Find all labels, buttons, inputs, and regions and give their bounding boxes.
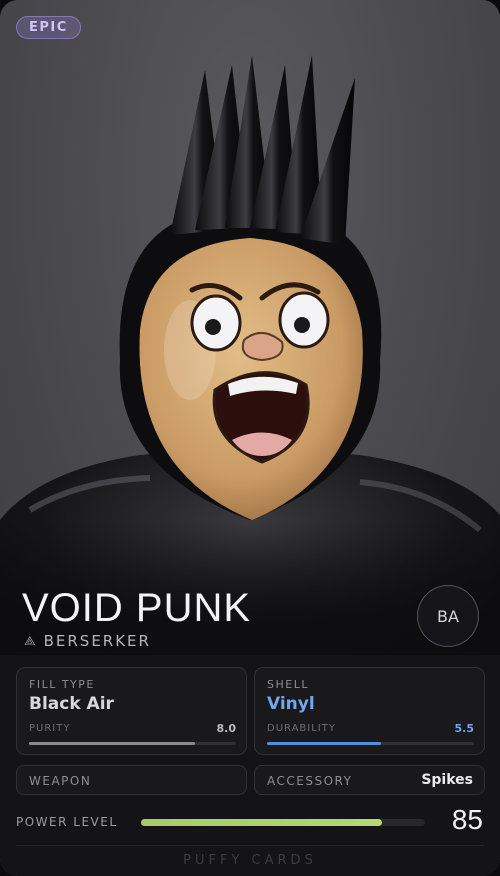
- purity-label: PURITY: [29, 723, 71, 734]
- rarity-badge: EPIC: [16, 16, 81, 39]
- weapon-label: WEAPON: [29, 774, 92, 788]
- fill-type-value: Black Air: [29, 694, 114, 714]
- brand-footer: PUFFY CARDS: [183, 853, 317, 868]
- accessory-label: ACCESSORY: [267, 774, 353, 788]
- character-class: ⟁ BERSERKER: [24, 632, 151, 650]
- berserker-icon: ⟁: [24, 633, 36, 649]
- power-level-label: POWER LEVEL: [16, 815, 118, 829]
- power-level-bar-fill: [141, 819, 383, 826]
- initials-badge[interactable]: BA: [417, 585, 479, 647]
- shell-stat[interactable]: SHELL Vinyl DURABILITY 5.5: [254, 667, 485, 755]
- weapon-slot[interactable]: WEAPON: [16, 765, 247, 795]
- shell-label: SHELL: [267, 678, 309, 691]
- accessory-slot[interactable]: ACCESSORY Spikes: [254, 765, 485, 795]
- purity-bar: [29, 742, 236, 745]
- purity-bar-fill: [29, 742, 195, 745]
- durability-value: 5.5: [454, 722, 475, 735]
- footer-divider: [16, 845, 484, 846]
- character-card[interactable]: EPIC VOID PUNK ⟁ BERSERKER BA FILL TYPE …: [0, 0, 500, 876]
- power-level-bar: [141, 819, 425, 826]
- fill-type-label: FILL TYPE: [29, 678, 95, 691]
- accessory-value: Spikes: [421, 772, 473, 788]
- character-name: VOID PUNK: [22, 586, 252, 630]
- fill-type-stat[interactable]: FILL TYPE Black Air PURITY 8.0: [16, 667, 247, 755]
- purity-value: 8.0: [216, 722, 237, 735]
- durability-label: DURABILITY: [267, 723, 336, 734]
- shell-value: Vinyl: [267, 694, 315, 714]
- class-label: BERSERKER: [43, 632, 151, 650]
- power-level-value: 85: [451, 804, 483, 835]
- durability-bar: [267, 742, 474, 745]
- durability-bar-fill: [267, 742, 381, 745]
